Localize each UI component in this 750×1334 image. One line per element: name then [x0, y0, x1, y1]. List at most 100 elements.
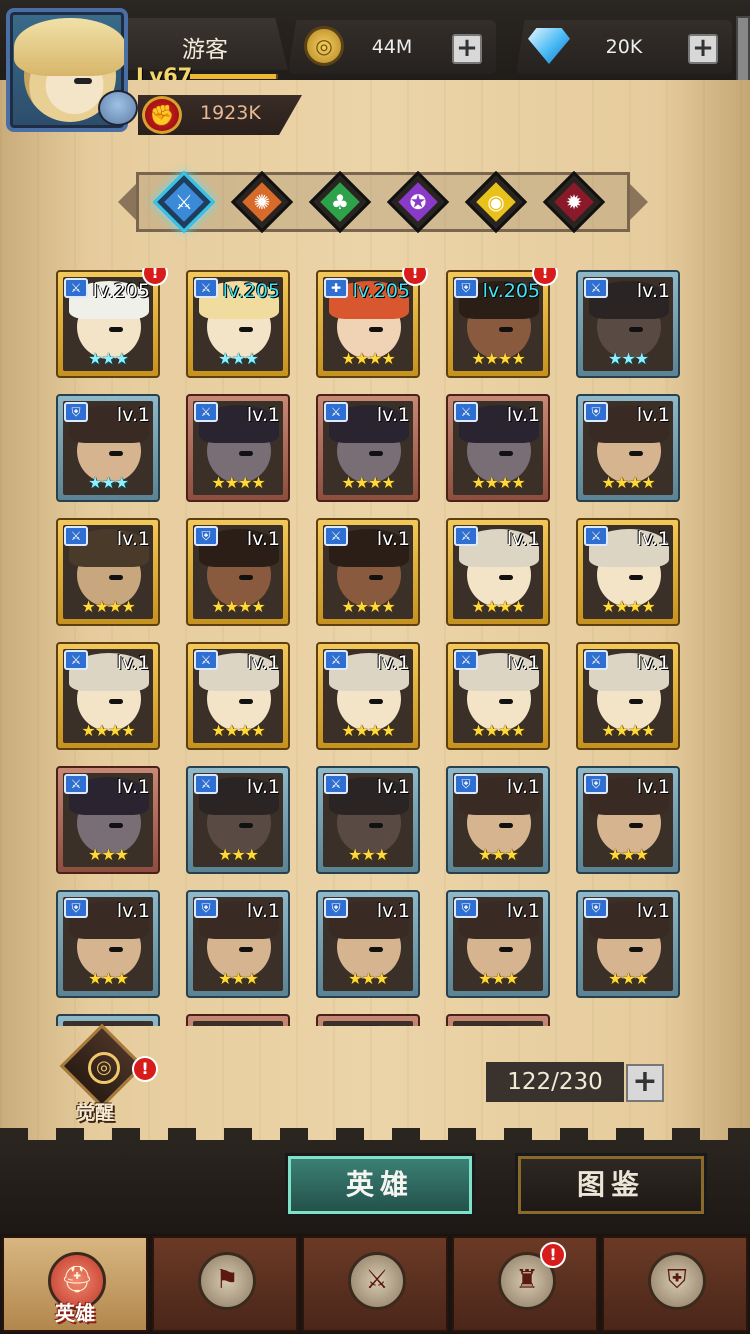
- hero-card[interactable]: ⚔ lv.1 ★★★★: [186, 394, 290, 502]
- fist-icon: ✊: [142, 96, 182, 134]
- hero-stars: ★★★★: [471, 349, 525, 368]
- faction-tab-3[interactable]: ♣: [308, 170, 372, 234]
- hero-stars: ★★★★: [471, 721, 525, 740]
- nav-item-2[interactable]: ⚑: [152, 1236, 298, 1332]
- hero-card[interactable]: [186, 1014, 290, 1026]
- hero-stars: ★★★★: [471, 597, 525, 616]
- hero-card[interactable]: ⛨ lv.1 ★★★: [446, 766, 550, 874]
- hero-card[interactable]: [56, 1014, 160, 1026]
- hero-eye: [369, 947, 383, 952]
- nav-item-3[interactable]: ⚔: [302, 1236, 448, 1332]
- faction-tab-1[interactable]: ⚔: [152, 170, 216, 234]
- hero-stars: ★★★: [607, 349, 649, 368]
- hero-card[interactable]: ⛨ lv.205 ★★★★!: [446, 268, 558, 378]
- hero-card[interactable]: ✚ lv.205 ★★★★!: [316, 268, 428, 378]
- faction-tab-2[interactable]: ✺: [230, 170, 294, 234]
- hero-stars: ★★★★: [81, 721, 135, 740]
- sword-class-icon: ⚔: [324, 402, 348, 422]
- awaken-alert-badge: !: [132, 1056, 158, 1082]
- hero-stars: ★★★: [217, 349, 259, 368]
- hero-stars: ★★★★: [341, 721, 395, 740]
- hero-card[interactable]: ⛨ lv.1 ★★★: [186, 890, 290, 998]
- hero-eye: [239, 699, 253, 704]
- hero-card[interactable]: ⚔ lv.1 ★★★: [56, 766, 160, 874]
- eye-icon: ◉: [487, 190, 505, 214]
- sword-class-icon: ⚔: [194, 650, 218, 670]
- expand-capacity-button[interactable]: +: [626, 1064, 664, 1102]
- hero-card[interactable]: ⚔ lv.1 ★★★★: [186, 642, 290, 750]
- hero-card[interactable]: ⚔ lv.1 ★★★: [316, 766, 420, 874]
- hero-card[interactable]: ⛨ lv.1 ★★★: [576, 890, 680, 998]
- shield-class-icon: ⛨: [64, 898, 88, 918]
- hero-level: lv.1: [116, 528, 150, 550]
- bottom-nav: ⛑ 英雄 ⚑ ⚔ ♜! ⛨: [0, 1234, 750, 1334]
- hero-card[interactable]: ⚔ lv.1 ★★★★: [576, 518, 680, 626]
- hero-eye: [369, 575, 383, 580]
- faction-tab-6[interactable]: ✹: [542, 170, 606, 234]
- hero-stars: ★★★★: [601, 597, 655, 616]
- awaken-button[interactable]: ◎ 觉醒 !: [59, 1023, 158, 1128]
- hero-card[interactable]: ⚔ lv.1 ★★★★: [576, 642, 680, 750]
- hero-card[interactable]: ⚔ lv.1 ★★★★: [316, 394, 420, 502]
- hero-card[interactable]: ⛨ lv.1 ★★★★: [186, 518, 290, 626]
- arrow-right-icon: [630, 184, 648, 220]
- decorative-spikes: [0, 1128, 750, 1142]
- hero-card[interactable]: [446, 1014, 550, 1026]
- hero-card[interactable]: ⚔ lv.205 ★★★: [186, 270, 290, 378]
- sword-class-icon: ⚔: [64, 278, 88, 298]
- add-gems-button[interactable]: +: [688, 34, 718, 64]
- nav-item-4[interactable]: ♜!: [452, 1236, 598, 1332]
- hero-eye: [239, 947, 253, 952]
- hero-eye: [629, 575, 643, 580]
- hero-card[interactable]: ⚔ lv.1 ★★★: [186, 766, 290, 874]
- sword-class-icon: ⚔: [584, 650, 608, 670]
- hero-portrait: [63, 1021, 153, 1026]
- sword-class-icon: ⚔: [64, 526, 88, 546]
- add-gold-button[interactable]: +: [452, 34, 482, 64]
- hero-card[interactable]: ⚔ lv.1 ★★★★: [56, 642, 160, 750]
- hero-card[interactable]: ⚔ lv.205 ★★★!: [56, 268, 168, 378]
- tab-heroes[interactable]: 英雄: [288, 1156, 472, 1214]
- hero-card[interactable]: ⚔ lv.1 ★★★★: [316, 642, 420, 750]
- hero-level: lv.205: [482, 280, 540, 302]
- hero-card[interactable]: ⛨ lv.1 ★★★: [56, 890, 160, 998]
- view-switcher-bar: 英雄 图鉴: [0, 1128, 750, 1234]
- tab-codex[interactable]: 图鉴: [518, 1156, 704, 1214]
- hero-card[interactable]: ⛨ lv.1 ★★★: [446, 890, 550, 998]
- pet-icon: [98, 90, 138, 126]
- hero-card[interactable]: ⛨ lv.1 ★★★★: [576, 394, 680, 502]
- hero-card[interactable]: ⚔ lv.1 ★★★★: [446, 642, 550, 750]
- hero-eye: [109, 947, 123, 952]
- hero-level: lv.1: [246, 528, 280, 550]
- nav-item-1[interactable]: ⛑ 英雄: [2, 1236, 148, 1332]
- sword-class-icon: ⚔: [194, 402, 218, 422]
- hero-eye: [499, 699, 513, 704]
- sword-class-icon: ⚔: [194, 278, 218, 298]
- hero-card[interactable]: ⚔ lv.1 ★★★★: [446, 394, 550, 502]
- hero-level: lv.1: [246, 404, 280, 426]
- clover-icon: ♣: [331, 190, 349, 214]
- hero-level: lv.1: [506, 652, 540, 674]
- hero-eye: [499, 823, 513, 828]
- hero-eye: [629, 823, 643, 828]
- flag-icon: ⚑: [198, 1252, 256, 1310]
- hero-card[interactable]: ⚔ lv.1 ★★★★: [56, 518, 160, 626]
- hero-card[interactable]: ⚔ lv.1 ★★★★: [316, 518, 420, 626]
- hero-card[interactable]: ⛨ lv.1 ★★★: [56, 394, 160, 502]
- hero-card[interactable]: ⚔ lv.1 ★★★: [576, 270, 680, 378]
- hero-card[interactable]: ⛨ lv.1 ★★★: [576, 766, 680, 874]
- hero-card[interactable]: ⛨ lv.1 ★★★: [316, 890, 420, 998]
- player-avatar[interactable]: [4, 4, 138, 132]
- hero-level: lv.1: [246, 652, 280, 674]
- faction-tab-5[interactable]: ◉: [464, 170, 528, 234]
- hero-eye: [369, 451, 383, 456]
- hero-card[interactable]: [316, 1014, 420, 1026]
- hero-level: lv.1: [636, 280, 670, 302]
- avatar-eye: [74, 78, 92, 84]
- faction-filter-bar: ⚔ ✺ ♣ ✪ ◉ ✹: [118, 170, 648, 236]
- hero-card[interactable]: ⚔ lv.1 ★★★★: [446, 518, 550, 626]
- hero-eye: [369, 699, 383, 704]
- nav-item-5[interactable]: ⛨: [602, 1236, 748, 1332]
- faction-tab-4[interactable]: ✪: [386, 170, 450, 234]
- nav-label: 英雄: [55, 1301, 95, 1325]
